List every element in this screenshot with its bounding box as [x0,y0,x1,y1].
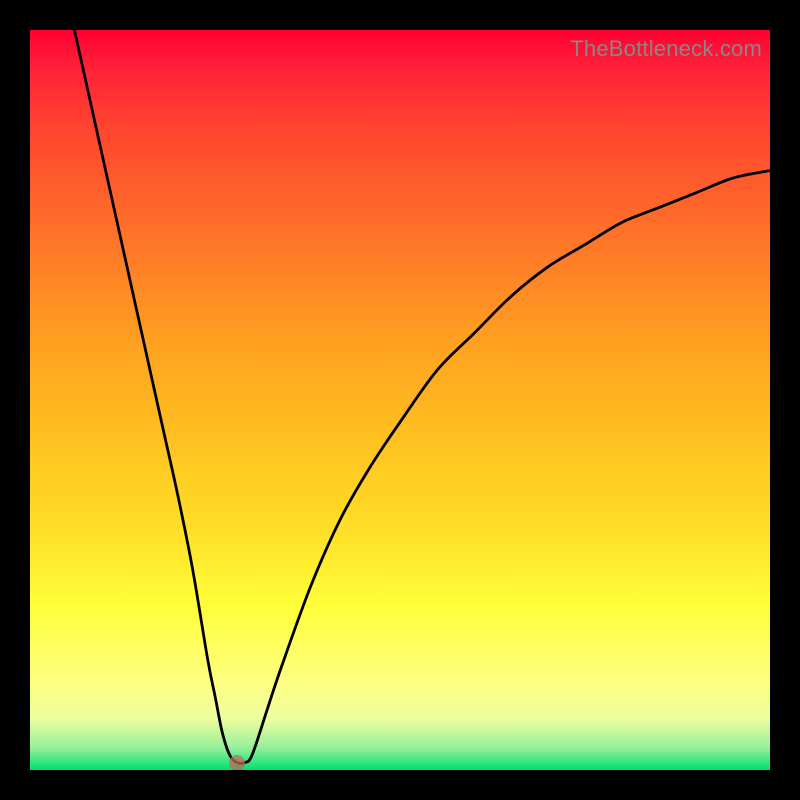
chart-plot-area: TheBottleneck.com [30,30,770,770]
optimal-point-marker [229,755,245,770]
chart-frame: TheBottleneck.com [0,0,800,800]
chart-svg [30,30,770,770]
bottleneck-curve [74,30,770,764]
